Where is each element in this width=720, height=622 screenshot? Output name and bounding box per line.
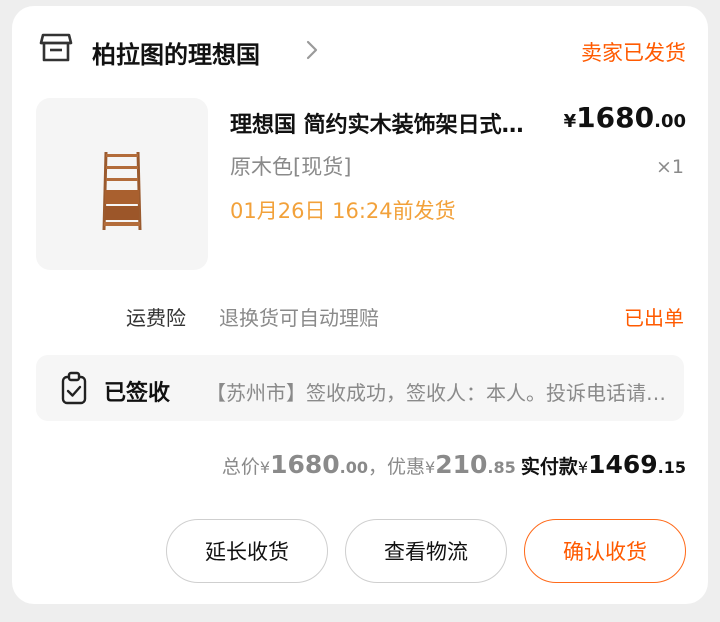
store-icon[interactable]	[38, 30, 74, 66]
total-label: 总价	[221, 456, 260, 478]
chevron-right-icon[interactable]	[302, 38, 322, 62]
ship-deadline: 01月26日 16:24前发货	[230, 199, 456, 223]
extend-receipt-button[interactable]: 延长收货	[166, 519, 328, 583]
paid-decimal: .15	[657, 458, 686, 477]
product-sku: 原木色[现货]	[230, 155, 352, 179]
price-decimal: .00	[654, 111, 686, 132]
discount-integer: 210	[435, 450, 488, 479]
product-price: ¥1680.00	[564, 101, 686, 134]
shop-name[interactable]: 柏拉图的理想国	[92, 35, 260, 70]
total-decimal: .00	[339, 458, 369, 477]
totals-separator: ，	[368, 456, 388, 478]
total-integer: 1680	[270, 450, 340, 479]
wooden-shelf-icon	[102, 151, 142, 231]
paid-amount: 实付款¥1469.15	[520, 450, 686, 479]
discount-currency: ¥	[425, 458, 436, 477]
paid-label: 实付款	[520, 456, 578, 478]
view-logistics-button[interactable]: 查看物流	[345, 519, 507, 583]
logistics-status: 已签收	[104, 381, 171, 406]
price-integer: 1680	[576, 101, 655, 134]
order-status: 卖家已发货	[581, 41, 686, 65]
logistics-detail: 【苏州市】签收成功，签收人：本人。投诉电话请联系快递员	[206, 381, 674, 405]
total-currency: ¥	[259, 458, 271, 477]
insurance-status: 已出单	[624, 306, 684, 330]
logistics-row[interactable]: 已签收 【苏州市】签收成功，签收人：本人。投诉电话请联系快递员	[36, 355, 684, 421]
paid-integer: 1469	[588, 450, 658, 479]
product-image[interactable]	[36, 98, 208, 270]
paid-currency: ¥	[577, 458, 589, 477]
confirm-receipt-button[interactable]: 确认收货	[524, 519, 686, 583]
discount-label: 优惠	[387, 456, 426, 478]
order-card: 柏拉图的理想国 卖家已发货 理想国 简约实木装饰架日式落地书架 ¥1680.00…	[12, 6, 708, 604]
price-currency: ¥	[563, 111, 577, 132]
clipboard-check-icon	[58, 371, 90, 405]
product-title[interactable]: 理想国 简约实木装饰架日式落地书架	[230, 107, 542, 139]
order-totals: 总价¥1680.00，优惠¥210.85 实付款¥1469.15	[222, 450, 686, 479]
insurance-label: 运费险	[126, 306, 186, 330]
discount-decimal: .85	[487, 458, 516, 477]
product-quantity: ×1	[655, 156, 684, 178]
insurance-description: 退换货可自动理赔	[219, 306, 379, 330]
